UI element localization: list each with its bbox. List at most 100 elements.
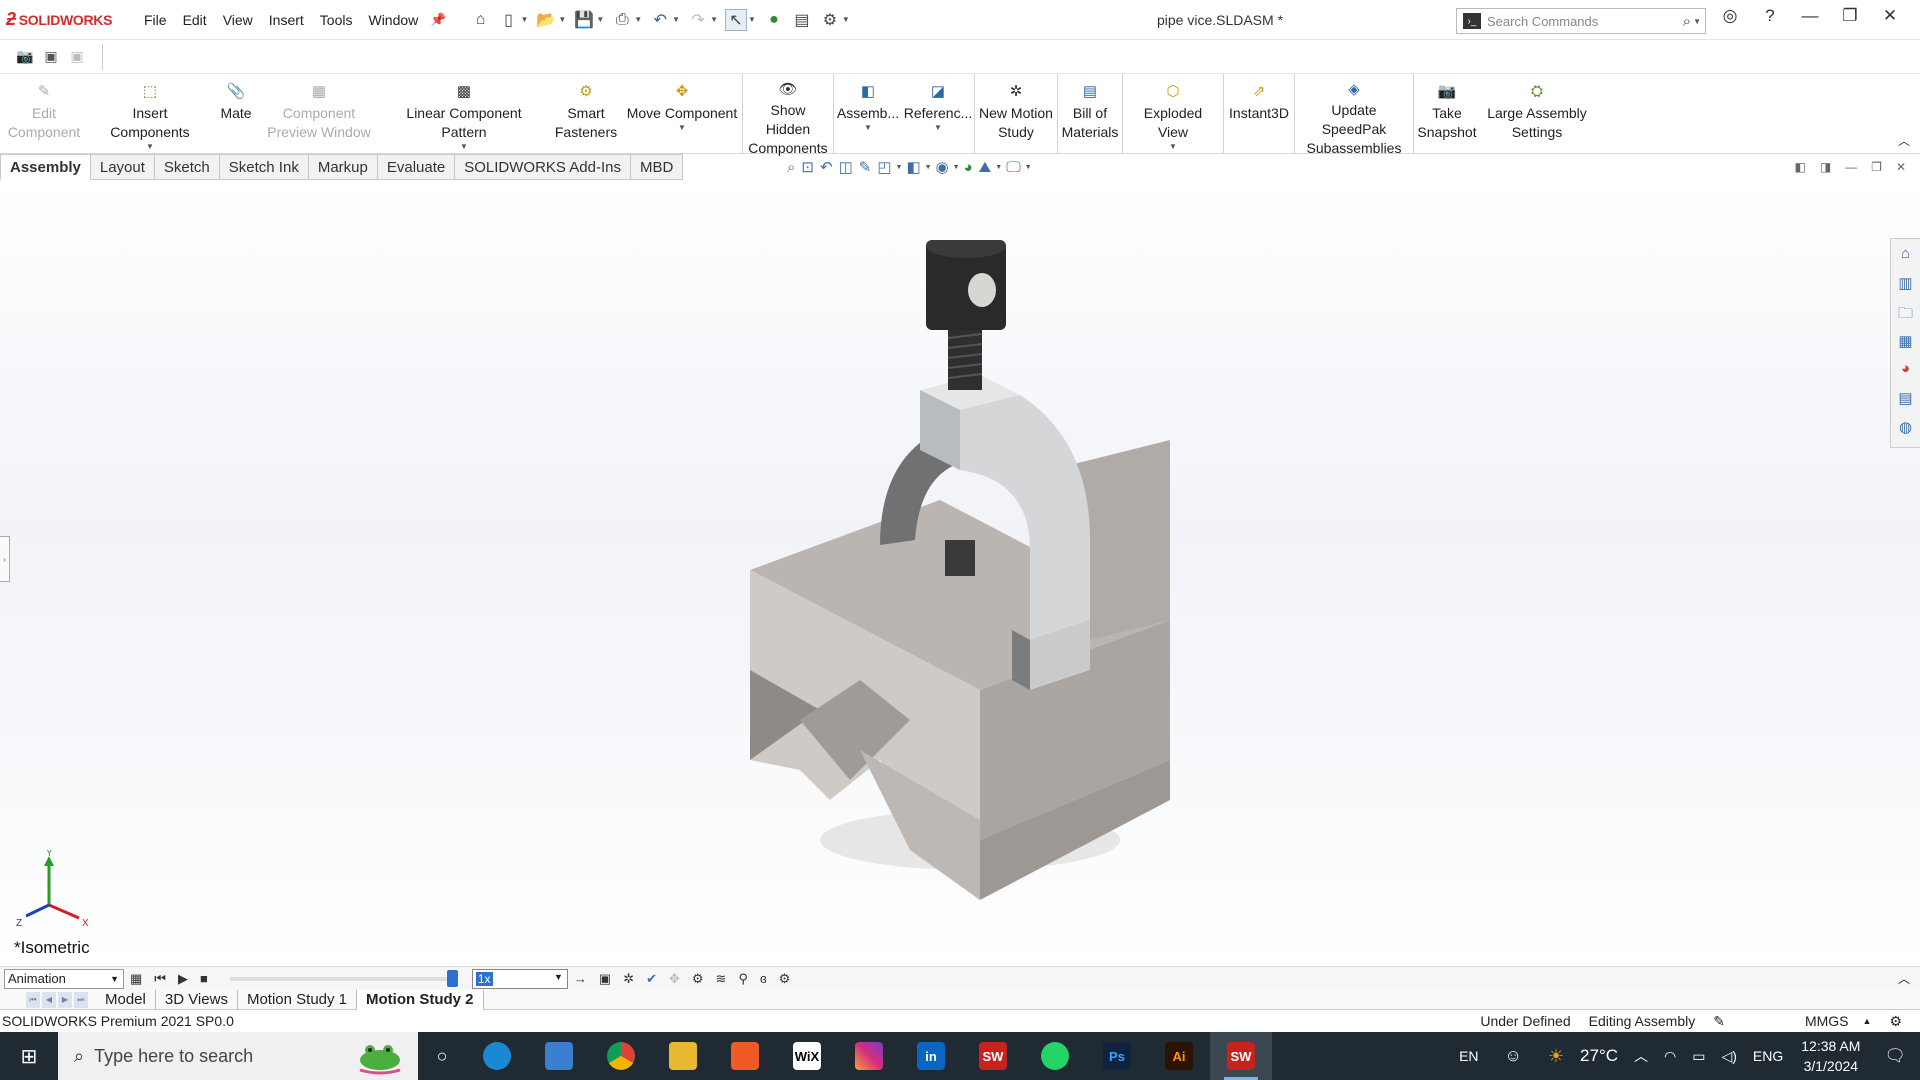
taskbar-app-solidworks-active[interactable]: SW [1210, 1032, 1272, 1080]
taskbar-app-linkedin[interactable]: in [900, 1032, 962, 1080]
zoom-to-area-icon[interactable]: ⊡ [801, 158, 814, 176]
add-key-icon[interactable]: ✥ [669, 971, 680, 987]
chevron-down-icon[interactable]: ▼ [596, 15, 604, 24]
taskbar-app-edge[interactable] [466, 1032, 528, 1080]
tab-motion-study-1[interactable]: Motion Study 1 [238, 989, 358, 1010]
new-motion-study-button[interactable]: ✲ New Motion Study [975, 74, 1057, 152]
chevron-down-icon[interactable]: ▼ [864, 123, 872, 133]
edit-appearance-icon[interactable]: ◕ [964, 159, 973, 176]
chevron-down-icon[interactable]: ▼ [748, 15, 756, 24]
print-icon[interactable]: ⎙ [611, 9, 633, 31]
taskbar-search-box[interactable]: ⌕ Type here to search [58, 1032, 418, 1080]
tab-evaluate[interactable]: Evaluate [377, 154, 456, 180]
bill-of-materials-button[interactable]: ▤ Bill of Materials [1058, 74, 1122, 152]
chevron-down-icon[interactable]: ▼ [678, 123, 686, 133]
study-type-select[interactable]: Animation ▼ [4, 968, 124, 989]
playback-mode-icon[interactable]: → [574, 971, 587, 986]
animation-wizard-icon[interactable]: ✲ [623, 971, 634, 987]
display-style-icon[interactable]: ◧ [906, 158, 920, 176]
menu-window[interactable]: Window [368, 12, 418, 28]
tab-assembly[interactable]: Assembly [0, 154, 91, 180]
chevron-down-icon[interactable]: ▼ [110, 970, 119, 988]
tab-3d-views[interactable]: 3D Views [156, 989, 238, 1010]
appearances-icon[interactable]: ◕ [1901, 360, 1910, 389]
tab-sketch[interactable]: Sketch [154, 154, 220, 180]
menu-view[interactable]: View [223, 12, 253, 28]
apply-scene-icon[interactable]: ⛰ [979, 159, 992, 176]
home-icon[interactable]: ⌂ [469, 9, 491, 31]
chevron-up-icon[interactable]: ︿ [1634, 1046, 1648, 1066]
chevron-down-icon[interactable]: ▼ [934, 123, 942, 133]
snapshot-list-icon[interactable]: ▣ [66, 48, 88, 66]
tab-addins[interactable]: SOLIDWORKS Add-Ins [455, 154, 631, 180]
notifications-icon[interactable]: 🗨 [1884, 1046, 1906, 1066]
taskbar-app-instagram[interactable] [838, 1032, 900, 1080]
playback-slider[interactable] [229, 969, 458, 987]
redo-icon[interactable]: ↷ [687, 9, 709, 31]
chevron-down-icon[interactable]: ▼ [1169, 142, 1177, 152]
tile-right-icon[interactable]: ◨ [1820, 160, 1831, 174]
tab-sketch-ink[interactable]: Sketch Ink [219, 154, 309, 180]
custom-properties-icon[interactable]: ▤ [1898, 389, 1912, 418]
design-library-icon[interactable]: ▥ [1898, 274, 1912, 303]
view-palette-icon[interactable]: ▦ [1898, 332, 1912, 361]
save-icon[interactable]: 💾 [573, 9, 595, 31]
menu-insert[interactable]: Insert [269, 12, 304, 28]
rebuild-icon[interactable]: ✎ [1713, 1013, 1725, 1030]
task-view-icon[interactable]: ○ [418, 1046, 466, 1067]
taskbar-app-file-explorer[interactable] [652, 1032, 714, 1080]
view-orientation-icon[interactable]: ◰ [877, 158, 891, 176]
undo-icon[interactable]: ↶ [649, 9, 671, 31]
input-language[interactable]: ENG [1753, 1048, 1783, 1064]
mate-button[interactable]: 📎 Mate [212, 74, 260, 152]
taskbar-app-illustrator[interactable]: Ai [1148, 1032, 1210, 1080]
options-gear-icon[interactable]: ⚙ [819, 9, 841, 31]
insert-components-button[interactable]: ⬚ Insert Components ▼ [88, 74, 212, 152]
search-icon[interactable]: ⌕ [1683, 13, 1691, 30]
move-component-button[interactable]: ✥ Move Component ▼ [622, 74, 742, 152]
wifi-icon[interactable]: ◠ [1664, 1048, 1676, 1065]
chevron-up-icon[interactable]: ︿ [1898, 132, 1910, 149]
first-tab-icon[interactable]: ⏮ [26, 991, 40, 1008]
new-document-icon[interactable]: ▯ [497, 9, 519, 31]
language-indicator[interactable]: EN [1459, 1048, 1478, 1064]
taskbar-app-laptop[interactable] [528, 1032, 590, 1080]
study-properties-icon[interactable]: ⚙ [779, 971, 791, 987]
taskbar-app-photoshop[interactable]: Ps [1086, 1032, 1148, 1080]
taskbar-app-whatsapp[interactable] [1024, 1032, 1086, 1080]
chevron-down-icon[interactable]: ▼ [554, 972, 563, 982]
section-view-icon[interactable]: ◫ [839, 158, 853, 176]
chevron-down-icon[interactable]: ▼ [558, 15, 566, 24]
temperature[interactable]: 27°C [1580, 1046, 1618, 1066]
solidworks-resources-icon[interactable]: ⌂ [1901, 245, 1910, 274]
windows-start-button[interactable]: ⊞ [0, 1032, 58, 1080]
gravity-icon[interactable]: ɞ [760, 971, 767, 986]
taskbar-app-solidworks-2021[interactable]: SW [962, 1032, 1024, 1080]
contact-icon[interactable]: ⚲ [738, 971, 748, 987]
menu-tools[interactable]: Tools [320, 12, 353, 28]
maximize-button[interactable]: ❐ [1830, 6, 1870, 26]
linear-component-pattern-button[interactable]: ▩ Linear Component Pattern ▼ [378, 74, 550, 152]
volume-icon[interactable]: ◁) [1721, 1048, 1736, 1065]
chevron-down-icon[interactable]: ▼ [995, 164, 1002, 171]
status-info-icon[interactable]: ⚙ [1889, 1013, 1902, 1030]
previous-view-icon[interactable]: ↶ [820, 158, 833, 176]
clock[interactable]: 12:38 AM 3/1/2024 [1801, 1036, 1860, 1076]
playback-speed-select[interactable]: 1x ▼ [471, 968, 568, 989]
tab-motion-study-2[interactable]: Motion Study 2 [357, 989, 484, 1010]
autokey-icon[interactable]: ✔ [646, 971, 657, 987]
snapshot-settings-icon[interactable]: ▣ [40, 48, 62, 66]
taskbar-app-wix[interactable]: WiX [776, 1032, 838, 1080]
camera-icon[interactable]: 📷 [14, 48, 36, 66]
dynamic-annotation-icon[interactable]: ✎ [859, 158, 872, 176]
update-speedpak-button[interactable]: ◈ Update SpeedPak Subassemblies [1295, 74, 1413, 156]
file-explorer-icon[interactable]: 🗀 [1898, 303, 1913, 332]
play-from-start-icon[interactable]: ⏮ [154, 971, 166, 987]
exploded-view-button[interactable]: ⬡ Exploded View ▼ [1123, 74, 1223, 152]
chevron-down-icon[interactable]: ▼ [1693, 17, 1701, 26]
doc-minimize-button[interactable]: — [1845, 160, 1857, 174]
help-icon[interactable]: ? [1750, 6, 1790, 26]
pin-icon[interactable]: 📌 [430, 12, 446, 28]
minimize-button[interactable]: — [1790, 6, 1830, 26]
user-account-icon[interactable]: ◎ [1710, 6, 1750, 26]
